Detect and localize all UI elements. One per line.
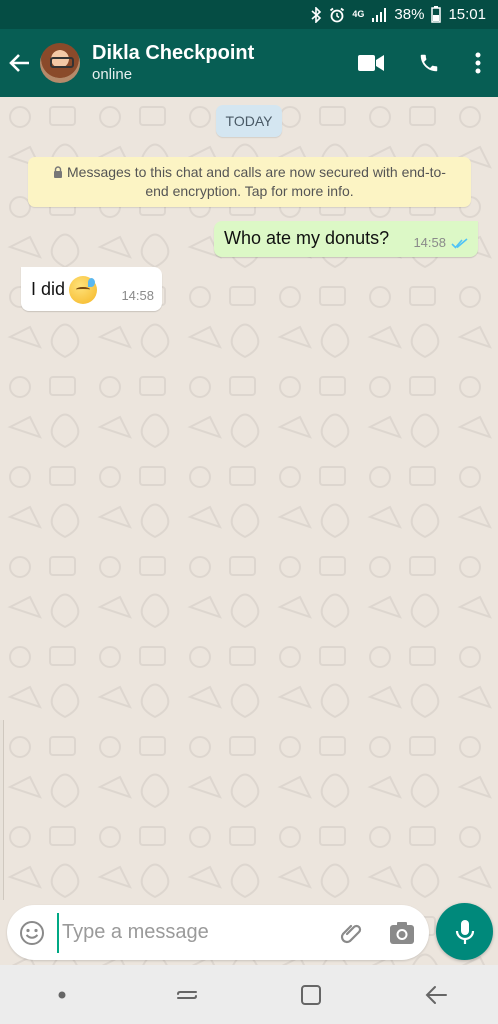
message-time: 14:58 <box>413 235 446 250</box>
back-arrow-icon <box>425 985 447 1004</box>
arrow-left-icon <box>9 54 29 72</box>
signal-icon <box>371 7 387 22</box>
video-call-button[interactable] <box>342 29 400 97</box>
contact-title-block[interactable]: Dikla Checkpoint online <box>92 41 342 85</box>
video-camera-icon <box>358 55 384 71</box>
emoji-button[interactable] <box>7 905 57 960</box>
battery-percent: 38% <box>394 6 425 23</box>
home-button[interactable] <box>281 965 341 1024</box>
voice-message-button[interactable] <box>436 903 493 960</box>
avatar[interactable] <box>40 43 80 83</box>
message-outgoing[interactable]: Who ate my donuts? 14:58 <box>214 221 478 257</box>
message-text: Who ate my donuts? <box>224 228 390 248</box>
chat-area[interactable]: TODAY Messages to this chat and calls ar… <box>0 97 498 965</box>
date-chip: TODAY <box>216 105 282 137</box>
chat-header: Dikla Checkpoint online <box>0 29 498 97</box>
encryption-notice-text: Messages to this chat and calls are now … <box>67 164 446 199</box>
dot-icon <box>58 991 66 998</box>
status-bar: 4G 38% 15:01 <box>0 0 498 29</box>
more-options-button[interactable] <box>458 29 498 97</box>
recent-apps-icon <box>176 990 197 999</box>
phone-icon <box>420 54 438 72</box>
voice-call-button[interactable] <box>400 29 458 97</box>
more-vertical-icon <box>475 52 481 74</box>
message-incoming[interactable]: I did 14:58 <box>21 267 162 311</box>
camera-button[interactable] <box>377 905 427 960</box>
network-type-label: 4G <box>352 9 365 19</box>
contact-status: online <box>92 66 133 83</box>
attach-button[interactable] <box>327 905 377 960</box>
encryption-notice[interactable]: Messages to this chat and calls are now … <box>28 157 471 207</box>
smiley-icon <box>20 920 44 945</box>
double-check-read-icon <box>451 238 468 249</box>
microphone-icon <box>455 919 474 944</box>
clock-time: 15:01 <box>448 6 486 23</box>
message-time: 14:58 <box>121 288 154 303</box>
message-text: I did <box>31 278 66 299</box>
edge-panel-handle[interactable] <box>0 720 4 900</box>
paperclip-icon <box>340 924 362 943</box>
battery-icon <box>431 6 442 23</box>
message-input[interactable] <box>57 912 327 953</box>
bluetooth-icon <box>311 6 322 23</box>
alarm-icon <box>329 7 345 23</box>
nav-dot-button[interactable] <box>32 965 92 1024</box>
message-composer <box>7 905 429 960</box>
system-navigation-bar <box>0 965 498 1024</box>
home-icon <box>301 984 322 1005</box>
back-button[interactable] <box>0 29 40 97</box>
lock-icon <box>54 166 62 178</box>
camera-icon <box>390 921 414 944</box>
back-nav-button[interactable] <box>406 965 466 1024</box>
recent-apps-button[interactable] <box>157 965 217 1024</box>
downcast-face-with-sweat-emoji <box>69 276 98 304</box>
contact-name: Dikla Checkpoint <box>92 42 255 64</box>
